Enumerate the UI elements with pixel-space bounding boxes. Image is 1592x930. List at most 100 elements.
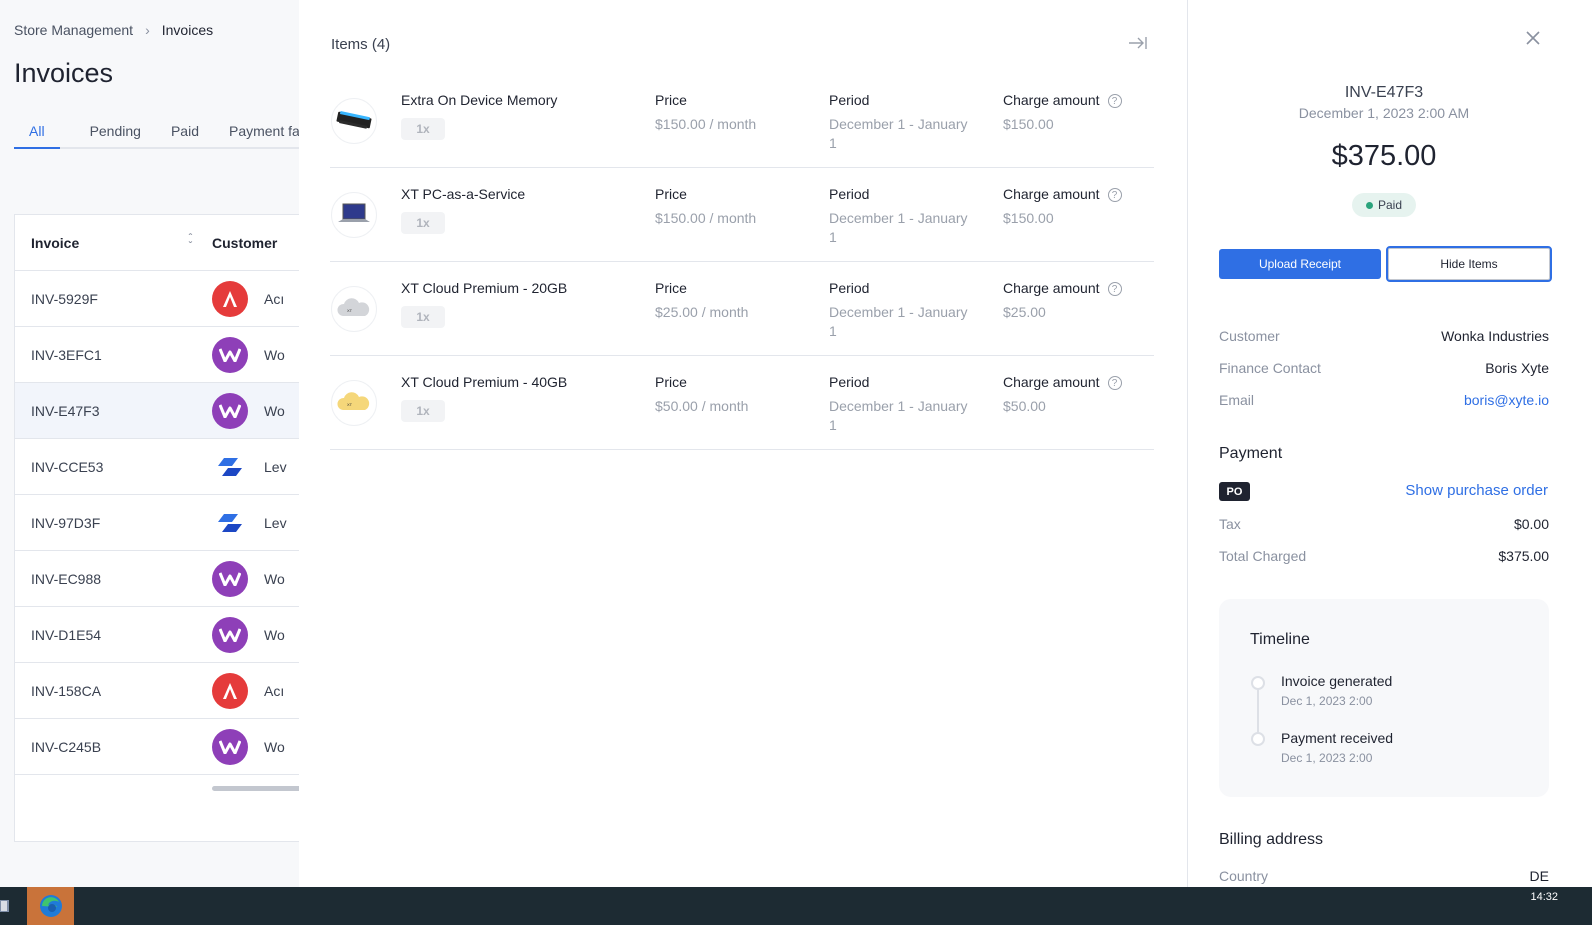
table-row[interactable]: INV-5929F Acı	[15, 271, 313, 327]
charge-amount-value: $150.00	[1003, 210, 1054, 226]
price-value: $150.00 / month	[655, 210, 757, 226]
period-value: December 1 - January 1	[829, 210, 968, 245]
svg-text:XT: XT	[347, 402, 353, 407]
table-header: Invoice ˆˇ Customer	[15, 215, 313, 271]
table-row[interactable]: INV-EC988 Wo	[15, 551, 313, 607]
list-item: XT PC-as-a-Service 1x Price $150.00 / month…	[330, 168, 1154, 262]
table-row[interactable]: INV-97D3F Lev	[15, 495, 313, 551]
charge-amount-value: $25.00	[1003, 304, 1046, 320]
table-row[interactable]: INV-3EFC1 Wo	[15, 327, 313, 383]
sort-icon[interactable]: ˆˇ	[189, 233, 192, 251]
item-name: Extra On Device Memory	[401, 92, 558, 108]
taskbar: 14:32	[0, 887, 1592, 925]
product-thumbnail	[331, 98, 377, 144]
total-charged-label: Total Charged	[1219, 548, 1307, 564]
svg-text:XT: XT	[347, 308, 353, 313]
tab-pending[interactable]: Pending	[90, 120, 141, 149]
price-value: $25.00 / month	[655, 304, 749, 320]
quantity-badge: 1x	[401, 118, 445, 140]
list-item: XT XT Cloud Premium - 20GB 1x Price $25.00 /…	[330, 262, 1154, 356]
chevron-right-icon: ›	[145, 22, 150, 38]
invoice-id-cell: INV-E47F3	[31, 402, 100, 419]
tab-all[interactable]: All	[14, 120, 60, 149]
period-label: Period	[829, 186, 870, 202]
breadcrumb: Store Management › Invoices	[14, 22, 213, 38]
customer-cell: Lev	[264, 514, 287, 531]
customer-cell: Wo	[264, 570, 285, 587]
quantity-badge: 1x	[401, 400, 445, 422]
customer-cell: Acı	[264, 682, 285, 699]
customer-avatar	[212, 560, 248, 597]
price-label: Price	[655, 92, 687, 108]
items-panel: Items (4) Extra On Device Memory 1x Price $…	[299, 0, 1187, 887]
timeline-event-label: Payment received	[1281, 730, 1394, 746]
charge-amount-label: Charge amount?	[1003, 374, 1122, 391]
invoice-date: December 1, 2023 2:00 AM	[1298, 105, 1470, 121]
horizontal-scrollbar[interactable]	[212, 786, 302, 791]
po-badge: PO	[1219, 482, 1250, 501]
table-row[interactable]: INV-E47F3 Wo	[15, 383, 313, 439]
invoice-id-cell: INV-3EFC1	[31, 346, 102, 363]
customer-avatar	[212, 672, 248, 709]
country-label: Country	[1219, 868, 1269, 884]
customer-header-label[interactable]: Customer	[212, 235, 277, 251]
table-row[interactable]: INV-CCE53 Lev	[15, 439, 313, 495]
period-label: Period	[829, 374, 870, 390]
invoices-table: Invoice ˆˇ Customer INV-5929F Acı INV-3EFC…	[14, 214, 314, 842]
hide-items-button[interactable]: Hide Items	[1386, 246, 1552, 282]
period-label: Period	[829, 280, 870, 296]
show-purchase-order-link[interactable]: Show purchase order	[1405, 482, 1548, 499]
page-title: Invoices	[14, 58, 114, 88]
table-row[interactable]: INV-D1E54 Wo	[15, 607, 313, 663]
close-icon[interactable]	[1525, 26, 1541, 52]
item-name: XT PC-as-a-Service	[401, 186, 526, 202]
table-row[interactable]: INV-C245B Wo	[15, 719, 313, 775]
charge-amount-label-text: Charge amount	[1003, 186, 1100, 202]
customer-cell: Wo	[264, 626, 285, 643]
upload-receipt-button[interactable]: Upload Receipt	[1219, 249, 1381, 279]
invoice-id-cell: INV-EC988	[31, 570, 102, 587]
timeline-event-label: Invoice generated	[1281, 673, 1393, 689]
email-row: Email boris@xyte.io	[1219, 392, 1549, 408]
email-link[interactable]: boris@xyte.io	[1464, 392, 1549, 408]
period-value: December 1 - January 1	[829, 304, 968, 339]
customer-cell: Wo	[264, 402, 285, 419]
browser-app-icon[interactable]	[27, 887, 74, 925]
help-icon[interactable]: ?	[1107, 376, 1122, 391]
period-value: December 1 - January 1	[829, 116, 968, 151]
tax-row: Tax $0.00	[1219, 516, 1549, 532]
timeline-title: Timeline	[1250, 631, 1310, 648]
timeline-dot-icon	[1251, 732, 1265, 746]
price-label: Price	[655, 186, 687, 202]
invoice-header-label: Invoice	[31, 234, 80, 251]
invoice-column-header[interactable]: Invoice ˆˇ	[15, 233, 212, 251]
help-icon[interactable]: ?	[1107, 188, 1122, 203]
tax-label: Tax	[1219, 516, 1241, 532]
invoice-id-cell: INV-C245B	[31, 738, 102, 755]
invoice-id-cell: INV-158CA	[31, 682, 102, 699]
timeline-connector	[1257, 688, 1259, 738]
invoice-amount: $375.00	[1331, 140, 1437, 172]
invoice-id: INV-E47F3	[1344, 84, 1424, 101]
price-label: Price	[655, 374, 687, 390]
tab-payment-failed[interactable]: Payment fail	[229, 120, 306, 149]
customer-avatar	[212, 728, 248, 765]
status-badge: Paid	[1352, 193, 1416, 217]
total-charged-row: Total Charged $375.00	[1219, 548, 1549, 564]
help-icon[interactable]: ?	[1107, 94, 1122, 109]
tax-value: $0.00	[1513, 516, 1549, 532]
status-label: Paid	[1377, 198, 1403, 212]
timeline-event-time: Dec 1, 2023 2:00	[1281, 751, 1373, 765]
invoice-id-cell: INV-97D3F	[31, 514, 101, 531]
clock: 14:32	[1530, 891, 1558, 903]
invoice-detail-panel: INV-E47F3 December 1, 2023 2:00 AM $375.…	[1187, 0, 1592, 887]
start-icon[interactable]	[0, 887, 12, 925]
table-row[interactable]: INV-158CA Acı	[15, 663, 313, 719]
customer-avatar	[212, 616, 248, 653]
charge-amount-label: Charge amount?	[1003, 186, 1122, 203]
breadcrumb-store-management[interactable]: Store Management	[14, 22, 133, 38]
help-icon[interactable]: ?	[1107, 282, 1122, 297]
customer-avatar	[212, 336, 248, 373]
tab-paid[interactable]: Paid	[171, 120, 199, 149]
collapse-panel-icon[interactable]	[1128, 36, 1150, 54]
